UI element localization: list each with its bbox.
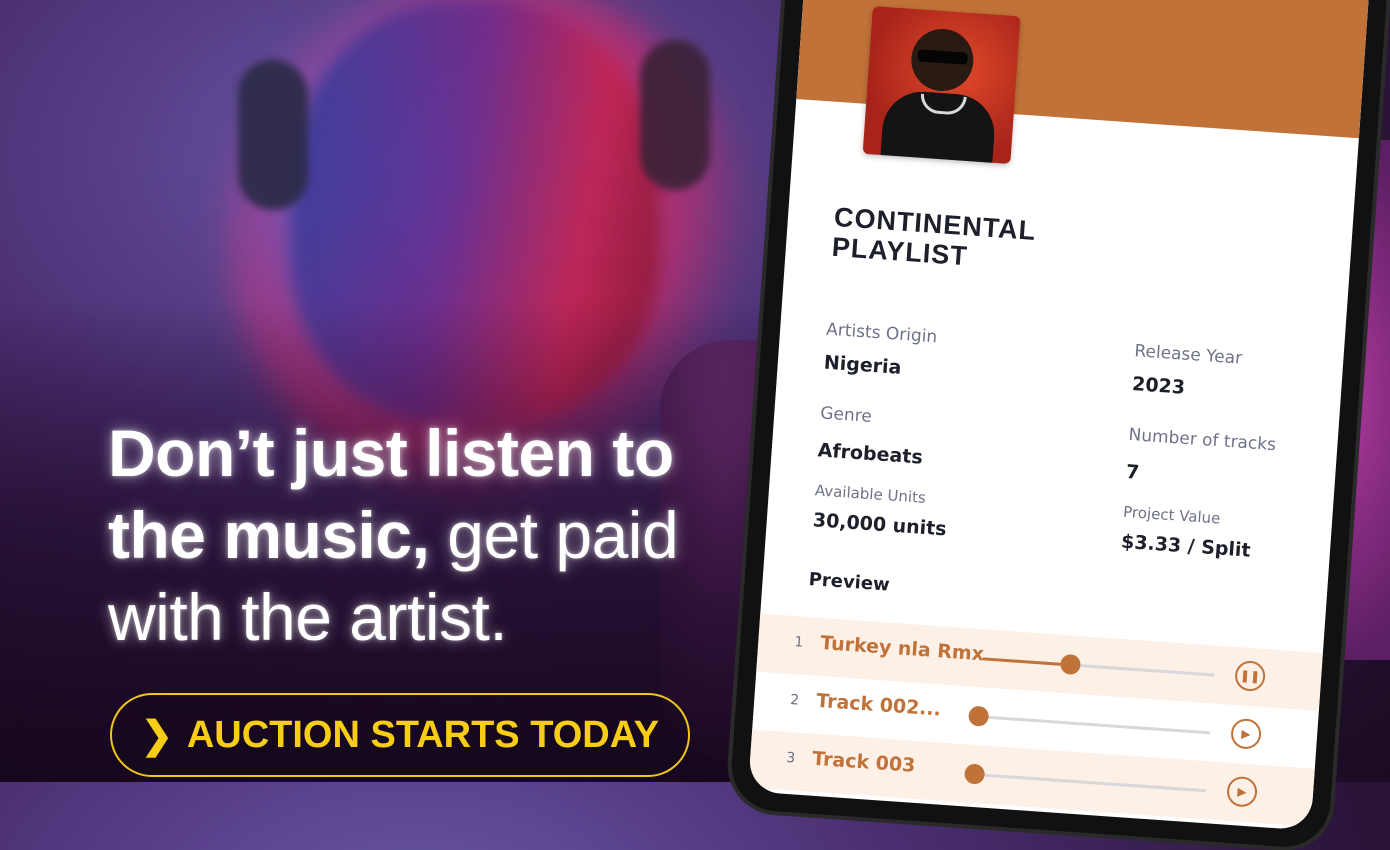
playlist-title: CONTINENTAL PLAYLIST <box>830 201 1037 272</box>
detail-label: Release Year <box>1133 341 1243 369</box>
track-name: Turkey nla Rmx <box>819 631 985 666</box>
track-progress-slider[interactable] <box>967 705 1211 735</box>
detail-value: Afrobeats <box>817 439 924 469</box>
play-icon[interactable]: ▶ <box>1230 717 1263 750</box>
chevron-right-icon: ❯ <box>140 714 173 757</box>
detail-label: Available Units <box>814 481 927 507</box>
slider-handle[interactable] <box>967 705 990 727</box>
track-number: 3 <box>785 749 796 767</box>
detail-label: Number of tracks <box>1127 424 1277 456</box>
detail-value: Nigeria <box>823 351 903 379</box>
album-cover-image <box>862 6 1021 165</box>
headphone-left <box>238 60 308 210</box>
track-name: Track 003 <box>811 747 917 777</box>
phone-screen: CONTINENTAL PLAYLIST Artists Origin Nige… <box>747 0 1373 831</box>
detail-label: Genre <box>819 403 873 427</box>
slider-handle[interactable] <box>963 763 986 785</box>
track-number: 2 <box>789 692 800 709</box>
cta-label: AUCTION STARTS TODAY <box>186 713 660 756</box>
track-progress-slider[interactable] <box>963 763 1207 793</box>
preview-heading: Preview <box>808 569 891 596</box>
track-name: Track 002... <box>815 689 942 721</box>
pause-icon[interactable]: ❚❚ <box>1234 659 1267 693</box>
detail-value: 7 <box>1125 460 1141 484</box>
detail-value: 30,000 units <box>812 509 948 541</box>
headline: Don’t just listen to the music, get paid… <box>108 412 788 658</box>
track-number: 1 <box>793 634 804 651</box>
phone-device: CONTINENTAL PLAYLIST Artists Origin Nige… <box>728 0 1390 850</box>
detail-value: $3.33 / Split <box>1120 530 1252 562</box>
play-icon[interactable]: ▶ <box>1226 775 1259 808</box>
detail-value: 2023 <box>1131 373 1186 399</box>
track-progress-slider[interactable] <box>982 653 1215 677</box>
detail-label: Artists Origin <box>825 319 938 348</box>
detail-label: Project Value <box>1122 502 1221 528</box>
slider-handle[interactable] <box>1059 653 1082 676</box>
headphone-right <box>640 40 710 190</box>
auction-cta-button[interactable]: ❯ AUCTION STARTS TODAY <box>110 693 690 777</box>
